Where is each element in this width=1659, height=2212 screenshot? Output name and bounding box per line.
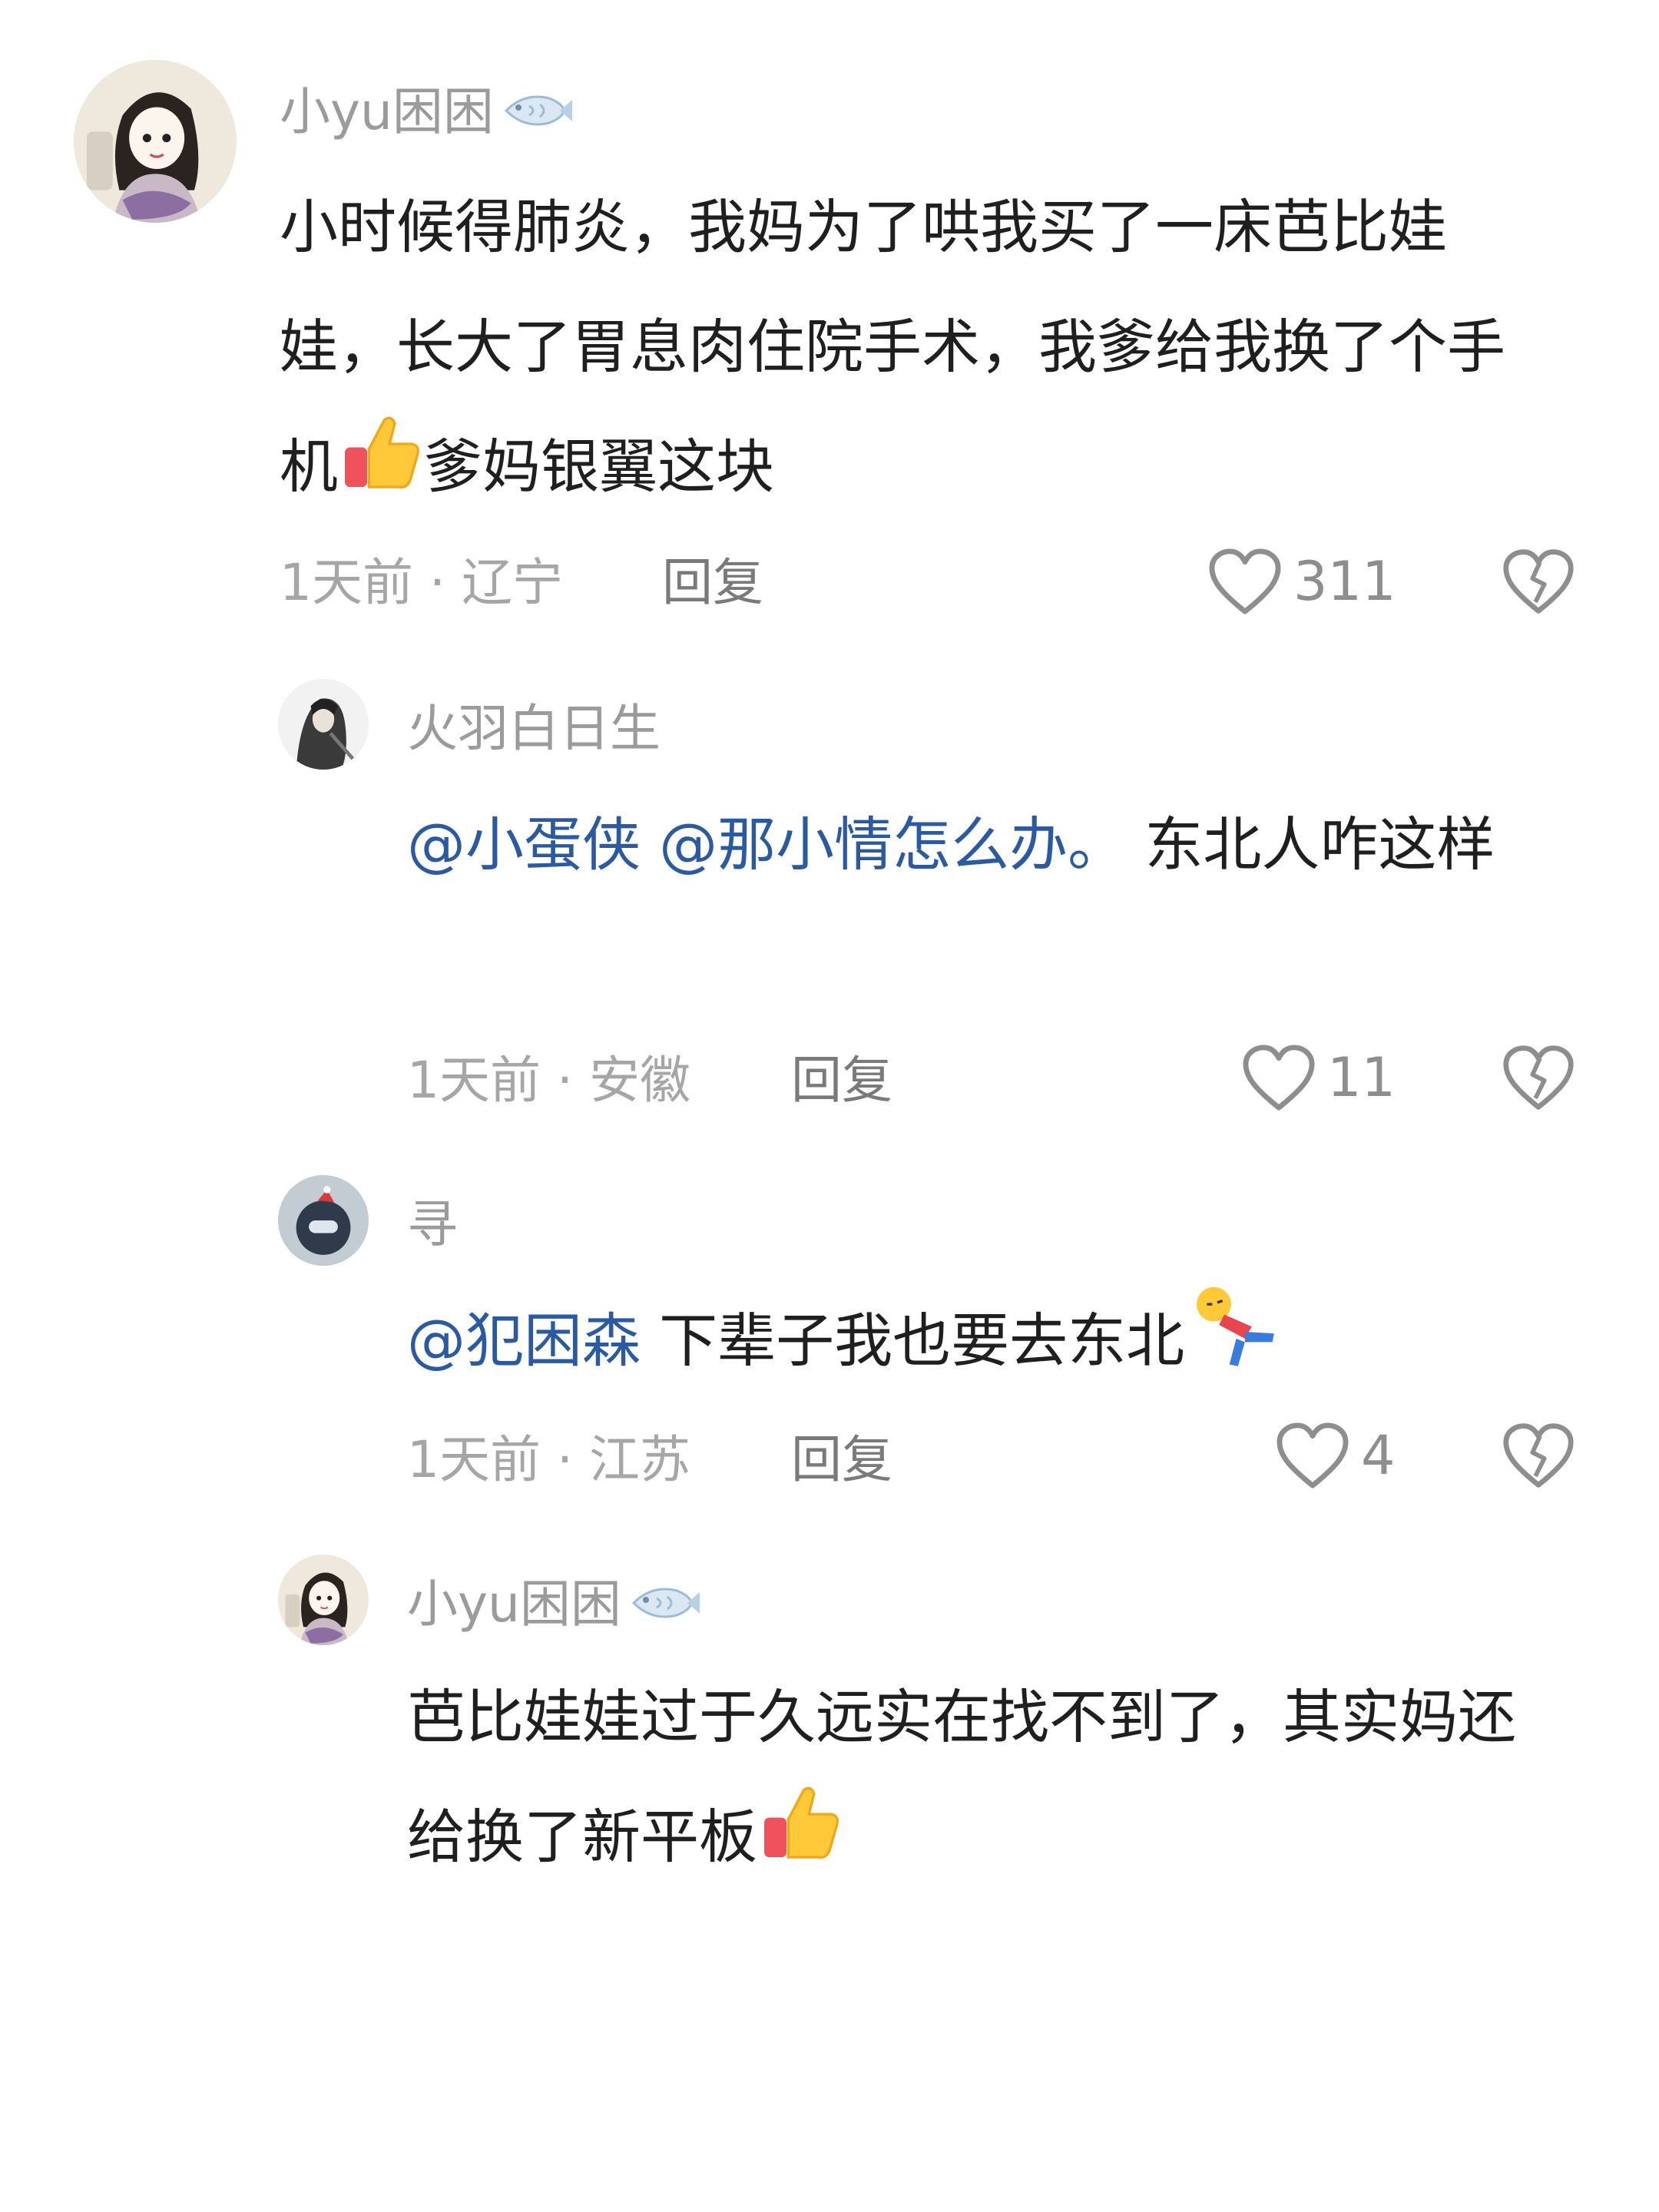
mention-link[interactable]: @那小情怎么办。	[659, 810, 1126, 879]
avatar[interactable]	[278, 679, 369, 770]
username[interactable]: 小yu困困	[407, 1579, 700, 1633]
falling-person-emoji	[1184, 1282, 1280, 1408]
comment-location: 辽宁	[461, 553, 563, 612]
reply-button[interactable]: 回复	[662, 558, 763, 608]
avatar-illustration	[278, 1175, 369, 1266]
comment-text: @犯困森 下辈子我也要去东北	[407, 1281, 1605, 1408]
username[interactable]: 小yu困困	[280, 87, 572, 141]
avatar[interactable]	[74, 60, 237, 223]
comment-location: 安徽	[588, 1051, 690, 1110]
comment-text-part: 爹妈银翼这块	[424, 432, 774, 501]
thumbs-up-emoji	[338, 408, 424, 534]
heart-outline-icon	[1277, 1422, 1349, 1488]
comment-meta: 1天前 · 江苏	[407, 1435, 690, 1485]
comment-text: 芭比娃娃过于久远实在找不到了，其实妈还给换了新平板	[407, 1657, 1559, 1904]
mention-link[interactable]: @小蛋侠	[407, 810, 641, 879]
like-button[interactable]: 4	[1275, 1421, 1396, 1490]
like-button[interactable]: 11	[1241, 1043, 1396, 1112]
comment-location: 江苏	[588, 1430, 690, 1489]
username[interactable]: 寻	[407, 1200, 458, 1250]
meta-separator: ·	[413, 553, 462, 612]
comment-meta: 1天前 · 安徽	[407, 1055, 690, 1106]
comment-time: 1天前	[280, 553, 413, 612]
heart-outline-icon	[1243, 1045, 1315, 1111]
comment-time: 1天前	[407, 1430, 541, 1489]
comment-text-part: 芭比娃娃过于久远实在找不到了，其实妈还给换了新平板	[407, 1683, 1516, 1871]
broken-heart-icon	[1503, 1045, 1574, 1110]
avatar[interactable]	[278, 1555, 369, 1645]
meta-separator: ·	[541, 1430, 589, 1489]
comment-meta: 1天前 · 辽宁	[280, 558, 563, 608]
username-text: 小yu困困	[407, 1575, 621, 1634]
dislike-button[interactable]	[1502, 1421, 1575, 1490]
meta-separator: ·	[541, 1051, 589, 1110]
comment-time: 1天前	[407, 1051, 541, 1110]
reply-button[interactable]: 回复	[791, 1435, 892, 1485]
like-count: 311	[1293, 550, 1396, 613]
dislike-button[interactable]	[1502, 1043, 1575, 1112]
like-count: 4	[1361, 1424, 1396, 1487]
thumbs-up-emoji	[757, 1778, 843, 1904]
like-button[interactable]: 311	[1207, 547, 1396, 616]
reply-button[interactable]: 回复	[791, 1055, 892, 1106]
username-text: 小yu困困	[280, 82, 494, 141]
fish-badge-icon	[626, 1581, 700, 1633]
username[interactable]: 火羽白日生	[407, 704, 661, 754]
dislike-button[interactable]	[1502, 547, 1575, 616]
mention-link[interactable]: @犯困森	[407, 1306, 641, 1375]
avatar[interactable]	[278, 1175, 369, 1266]
comment-text: 小时候得肺炎，我妈为了哄我买了一床芭比娃娃，长大了胃息肉住院手术，我爹给我换了个…	[280, 167, 1555, 534]
comment-text: @小蛋侠 @那小情怎么办。 东北人咋这样	[407, 785, 1575, 905]
comment-text-part: 东北人咋这样	[1144, 810, 1495, 879]
comment-text-part: 下辈子我也要去东北	[659, 1306, 1185, 1375]
like-count: 11	[1327, 1046, 1396, 1109]
broken-heart-icon	[1503, 1423, 1574, 1488]
avatar-illustration	[278, 1555, 369, 1645]
heart-outline-icon	[1209, 548, 1281, 614]
broken-heart-icon	[1503, 549, 1574, 614]
fish-badge-icon	[498, 89, 572, 141]
avatar-illustration	[278, 679, 369, 770]
avatar-illustration	[74, 60, 237, 223]
